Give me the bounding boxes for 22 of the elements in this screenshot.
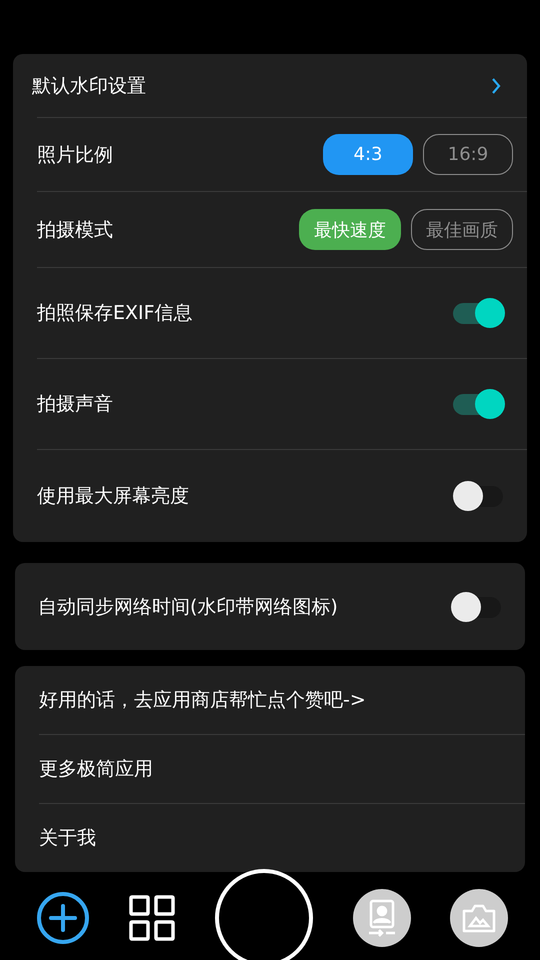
option-button[interactable]: 16:9 <box>423 134 513 175</box>
toggle-switch[interactable] <box>453 389 505 419</box>
menu-link[interactable]: 更多极简应用 <box>39 756 153 782</box>
setting-label: 拍照保存EXIF信息 <box>37 301 193 326</box>
option-button[interactable]: 4:3 <box>323 134 413 175</box>
setting-label: 使用最大屏幕亮度 <box>37 484 189 509</box>
section-title: 默认水印设置 <box>32 74 146 98</box>
setting-label: 照片比例 <box>37 142 113 168</box>
option-button[interactable]: 最快速度 <box>299 209 401 250</box>
toggle-switch[interactable] <box>453 481 505 511</box>
add-icon[interactable] <box>36 891 90 945</box>
setting-label: 自动同步网络时间(水印带网络图标) <box>38 594 338 620</box>
setting-label: 拍摄声音 <box>37 392 113 417</box>
option-button[interactable]: 最佳画质 <box>411 209 513 250</box>
grid-icon[interactable] <box>129 895 175 941</box>
menu-link[interactable]: 关于我 <box>39 825 96 851</box>
shutter-button[interactable] <box>214 868 314 960</box>
chevron-right-icon[interactable] <box>491 78 501 94</box>
setting-label: 拍摄模式 <box>37 218 113 242</box>
toggle-switch[interactable] <box>453 298 505 328</box>
toggle-switch[interactable] <box>451 592 503 622</box>
menu-link[interactable]: 好用的话，去应用商店帮忙点个赞吧-> <box>39 687 366 713</box>
